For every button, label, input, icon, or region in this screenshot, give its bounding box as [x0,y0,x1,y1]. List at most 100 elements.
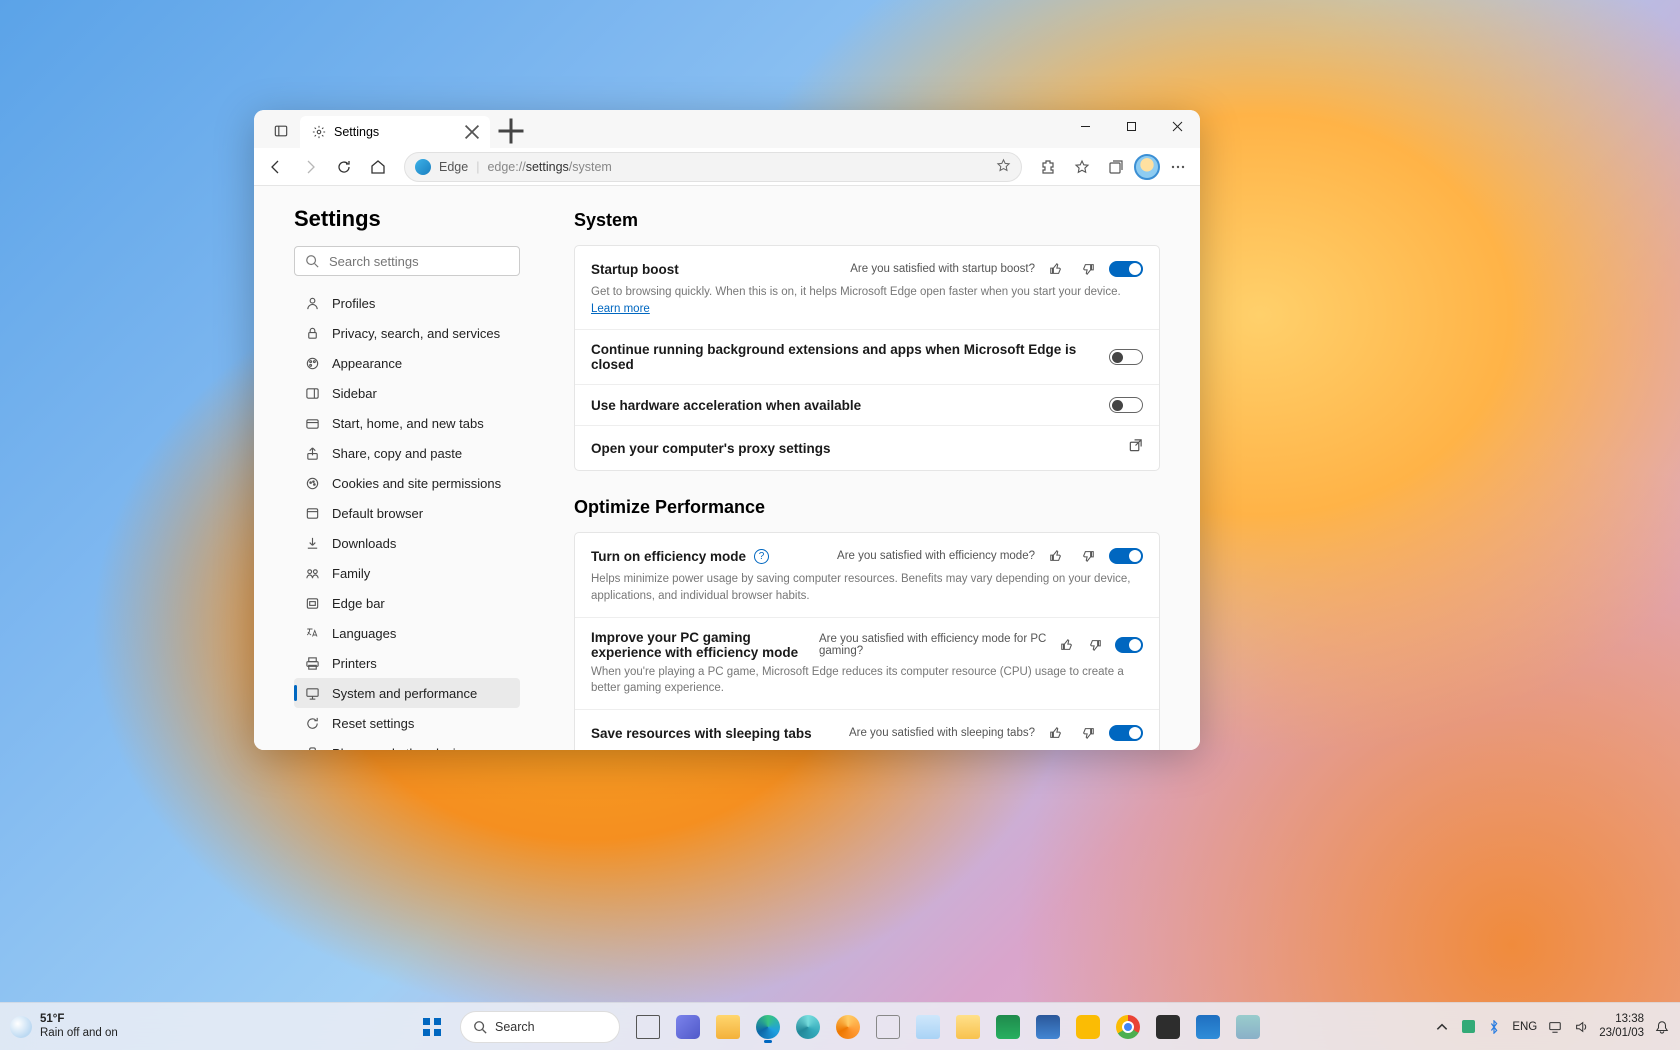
tab-settings[interactable]: Settings [300,116,490,148]
nav-item-sidebar[interactable]: Sidebar [294,378,520,408]
taskbar-app-edge-canary[interactable] [830,1009,866,1045]
address-separator: | [476,160,479,174]
taskbar-app-chat[interactable] [670,1009,706,1045]
row-startup-boost: Startup boost Are you satisfied with sta… [575,246,1159,330]
nav-item-tab[interactable]: Start, home, and new tabs [294,408,520,438]
taskbar-app-notepad[interactable] [910,1009,946,1045]
thumbs-up-icon[interactable] [1045,545,1067,567]
thumbs-down-icon[interactable] [1077,258,1099,280]
bgext-toggle[interactable] [1109,349,1143,365]
taskbar-clock[interactable]: 13:38 23/01/03 [1599,1013,1644,1041]
settings-main[interactable]: System Startup boost Are you satisfied w… [534,186,1200,750]
external-link-icon [1128,438,1143,458]
thumbs-up-icon[interactable] [1045,258,1067,280]
thumbs-up-icon[interactable] [1045,722,1067,744]
forward-button[interactable] [294,151,326,183]
nav-item-label: Languages [332,626,396,641]
settings-search-input[interactable] [329,254,509,269]
efficiency-toggle[interactable] [1109,548,1143,564]
thumbs-up-icon[interactable] [1058,634,1076,656]
nav-item-phone[interactable]: Phone and other devices [294,738,520,750]
close-tab-button[interactable] [464,124,480,140]
tray-language[interactable]: ENG [1512,1021,1537,1033]
home-button[interactable] [362,151,394,183]
startup-toggle[interactable] [1109,261,1143,277]
address-bar[interactable]: Edge | edge://settings/system [404,152,1022,182]
tray-overflow-button[interactable] [1434,1019,1450,1035]
startup-desc: Get to browsing quickly. When this is on… [591,284,1143,317]
taskbar-app-snip[interactable] [870,1009,906,1045]
content-area: Settings ProfilesPrivacy, search, and se… [254,186,1200,750]
gear-icon [312,125,326,139]
nav-item-system[interactable]: System and performance [294,678,520,708]
nav-item-lock[interactable]: Privacy, search, and services [294,318,520,348]
taskbar-app-edge-beta[interactable] [790,1009,826,1045]
close-window-button[interactable] [1154,110,1200,142]
more-button[interactable] [1162,151,1194,183]
hw-toggle[interactable] [1109,397,1143,413]
startup-learn-more-link[interactable]: Learn more [591,303,650,315]
nav-item-download[interactable]: Downloads [294,528,520,558]
titlebar: Settings [254,110,1200,148]
extensions-button[interactable] [1032,151,1064,183]
taskbar-app-chrome[interactable] [1110,1009,1146,1045]
nav-item-paint[interactable]: Appearance [294,348,520,378]
nav-item-share[interactable]: Share, copy and paste [294,438,520,468]
row-proxy[interactable]: Open your computer's proxy settings [575,426,1159,470]
nav-item-user[interactable]: Profiles [294,288,520,318]
taskbwithdrawar-app-outlook[interactable] [1190,1009,1226,1045]
thumbs-down-icon[interactable] [1077,545,1099,567]
tab-actions-button[interactable] [266,116,296,146]
gaming-toggle[interactable] [1115,637,1143,653]
start-button[interactable] [414,1009,450,1045]
thumbs-down-icon[interactable] [1086,634,1104,656]
info-icon[interactable]: ? [754,549,769,564]
tray-network-icon[interactable] [1547,1019,1563,1035]
startup-title: Startup boost [591,262,679,277]
tray-volume-icon[interactable] [1573,1019,1589,1035]
tray-notifications-icon[interactable] [1654,1019,1670,1035]
nav-item-label: Downloads [332,536,396,551]
nav-item-reset[interactable]: Reset settings [294,708,520,738]
family-icon [304,565,320,581]
nav-item-default[interactable]: Default browser [294,498,520,528]
taskbar-app-immersive[interactable] [1230,1009,1266,1045]
nav-item-cookie[interactable]: Cookies and site permissions [294,468,520,498]
minimize-button[interactable] [1062,110,1108,142]
row-sleeping: Save resources with sleeping tabs Are yo… [575,710,1159,750]
nav-item-lang[interactable]: Languages [294,618,520,648]
sleeping-toggle[interactable] [1109,725,1143,741]
profile-avatar[interactable] [1134,154,1160,180]
thumbs-down-icon[interactable] [1077,722,1099,744]
taskbar-weather[interactable]: 51°F Rain off and on [10,1013,118,1039]
taskbar-search[interactable]: Search [460,1011,620,1043]
task-view-button[interactable] [630,1009,666,1045]
taskbar-app-edge[interactable] [750,1009,786,1045]
nav-item-family[interactable]: Family [294,558,520,588]
nav-item-printer[interactable]: Printers [294,648,520,678]
taskbar-app-terminal[interactable] [1150,1009,1186,1045]
maximize-button[interactable] [1108,110,1154,142]
favorite-star-button[interactable] [996,158,1011,176]
favorites-button[interactable] [1066,151,1098,183]
taskbar-app-excel[interactable] [990,1009,1026,1045]
nav-item-label: Cookies and site permissions [332,476,501,491]
tray-security-icon[interactable] [1460,1019,1476,1035]
settings-search[interactable] [294,246,520,276]
paint-icon [304,355,320,371]
back-button[interactable] [260,151,292,183]
nav-item-edgebar[interactable]: Edge bar [294,588,520,618]
nav-item-label: Phone and other devices [332,746,476,751]
taskbar-app-word[interactable] [1030,1009,1066,1045]
clock-date: 23/01/03 [1599,1027,1644,1041]
share-icon [304,445,320,461]
taskbar-app-stickynotes[interactable] [950,1009,986,1045]
nav-item-label: System and performance [332,686,477,701]
collections-button[interactable] [1100,151,1132,183]
taskbar-app-explorer[interactable] [710,1009,746,1045]
taskbar-app-keep[interactable] [1070,1009,1106,1045]
tray-bluetooth-icon[interactable] [1486,1019,1502,1035]
weather-temp: 51°F [40,1013,118,1026]
new-tab-button[interactable] [496,116,526,146]
refresh-button[interactable] [328,151,360,183]
